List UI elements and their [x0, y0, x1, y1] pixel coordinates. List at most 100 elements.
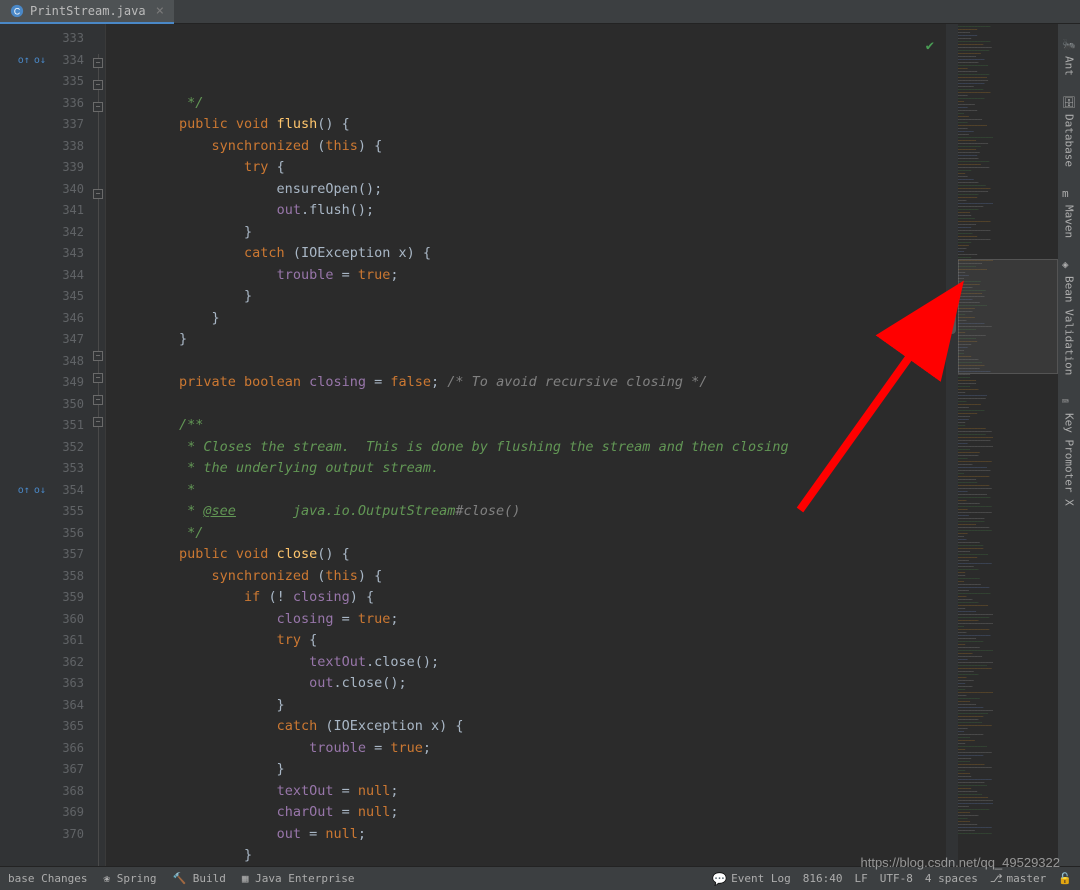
line-number[interactable]: 365	[0, 716, 84, 738]
tool-window-database[interactable]: 🗄Database	[1060, 88, 1078, 175]
fold-marker[interactable]: −	[93, 189, 103, 199]
line-number-gutter[interactable]: 333o↑o↓ 33433533633733833934034134234334…	[0, 24, 92, 866]
status-item-java-enterprise[interactable]: ▦ Java Enterprise	[242, 872, 355, 885]
code-line[interactable]: public void flush() {	[114, 114, 946, 136]
code-line[interactable]: *	[114, 480, 946, 502]
line-number[interactable]: 343	[0, 243, 84, 265]
code-line[interactable]: * @see java.io.OutputStream#close()	[114, 501, 946, 523]
code-line[interactable]: synchronized (this) {	[114, 136, 946, 158]
line-number[interactable]: 367	[0, 759, 84, 781]
code-editor[interactable]: ✔ */ public void flush() { synchronized …	[106, 24, 946, 866]
line-number[interactable]: 360	[0, 609, 84, 631]
line-number[interactable]: 366	[0, 738, 84, 760]
line-number[interactable]: 345	[0, 286, 84, 308]
line-number[interactable]: 341	[0, 200, 84, 222]
line-number[interactable]: 352	[0, 437, 84, 459]
code-line[interactable]: out.flush();	[114, 200, 946, 222]
code-line[interactable]: catch (IOException x) {	[114, 716, 946, 738]
line-number[interactable]: o↑o↓ 334	[0, 50, 84, 72]
cursor-position[interactable]: 816:40	[803, 872, 843, 885]
tool-window-ant[interactable]: 🐜Ant	[1060, 30, 1078, 84]
event-log-button[interactable]: 💬Event Log	[712, 872, 791, 886]
fold-marker[interactable]: −	[93, 417, 103, 427]
line-number[interactable]: 347	[0, 329, 84, 351]
code-line[interactable]: }	[114, 222, 946, 244]
status-item-build[interactable]: 🔨 Build	[172, 872, 225, 885]
line-number[interactable]: 339	[0, 157, 84, 179]
code-line[interactable]: }	[114, 759, 946, 781]
code-line[interactable]: }	[114, 329, 946, 351]
code-line[interactable]: * Closes the stream. This is done by flu…	[114, 437, 946, 459]
line-number[interactable]: 361	[0, 630, 84, 652]
tool-window-key-promoter-x[interactable]: ⌨Key Promoter X	[1060, 387, 1078, 514]
code-line[interactable]: * the underlying output stream.	[114, 458, 946, 480]
fold-marker[interactable]: −	[93, 102, 103, 112]
code-line[interactable]: try {	[114, 630, 946, 652]
tool-window-bean-validation[interactable]: ◈Bean Validation	[1060, 250, 1078, 383]
scrollbar-thumb[interactable]	[948, 304, 956, 334]
close-tab-icon[interactable]: ×	[156, 3, 164, 19]
fold-marker[interactable]: −	[93, 80, 103, 90]
tool-window-maven[interactable]: mMaven	[1060, 179, 1078, 246]
code-line[interactable]: textOut = null;	[114, 781, 946, 803]
line-number[interactable]: 348	[0, 351, 84, 373]
code-line[interactable]: private boolean closing = false; /* To a…	[114, 372, 946, 394]
line-number[interactable]: 349	[0, 372, 84, 394]
line-number[interactable]: 364	[0, 695, 84, 717]
code-line[interactable]: trouble = true;	[114, 738, 946, 760]
code-line[interactable]: /**	[114, 415, 946, 437]
file-encoding[interactable]: UTF-8	[880, 872, 913, 885]
line-number[interactable]: 355	[0, 501, 84, 523]
line-number[interactable]: 336	[0, 93, 84, 115]
git-branch[interactable]: ⎇master	[990, 872, 1046, 885]
code-line[interactable]: try {	[114, 157, 946, 179]
code-minimap[interactable]: ▬▬▬▬▬▬▬▬▬▬▬▬▬▬▬▬▬▬▬▬▬▬▬▬▬▬▬ ▬▬▬▬▬▬▬▬▬▬▬▬…	[958, 24, 1058, 866]
code-line[interactable]: catch (IOException x) {	[114, 243, 946, 265]
code-line[interactable]: out.close();	[114, 673, 946, 695]
line-number[interactable]: 362	[0, 652, 84, 674]
vertical-scrollbar[interactable]	[946, 24, 958, 866]
code-line[interactable]: public void close() {	[114, 544, 946, 566]
line-number[interactable]: 337	[0, 114, 84, 136]
indent-setting[interactable]: 4 spaces	[925, 872, 978, 885]
override-up-icon[interactable]: o↑	[18, 50, 30, 72]
fold-marker[interactable]: −	[93, 373, 103, 383]
code-line[interactable]: }	[114, 845, 946, 866]
code-line[interactable]: closing = true;	[114, 609, 946, 631]
line-number[interactable]: 346	[0, 308, 84, 330]
code-line[interactable]: synchronized (this) {	[114, 566, 946, 588]
line-number[interactable]: o↑o↓ 354	[0, 480, 84, 502]
line-number[interactable]: 340	[0, 179, 84, 201]
fold-marker[interactable]: −	[93, 58, 103, 68]
code-line[interactable]: }	[114, 286, 946, 308]
fold-marker[interactable]: −	[93, 351, 103, 361]
line-number[interactable]: 342	[0, 222, 84, 244]
code-line[interactable]	[114, 394, 946, 416]
line-number[interactable]: 338	[0, 136, 84, 158]
minimap-viewport[interactable]	[958, 259, 1058, 374]
line-number[interactable]: 357	[0, 544, 84, 566]
inspection-ok-icon[interactable]: ✔	[926, 36, 934, 58]
line-number[interactable]: 370	[0, 824, 84, 846]
status-item-spring[interactable]: ❀ Spring	[103, 872, 156, 885]
line-number[interactable]: 358	[0, 566, 84, 588]
code-line[interactable]: */	[114, 523, 946, 545]
line-number[interactable]: 353	[0, 458, 84, 480]
lock-icon[interactable]: 🔓	[1058, 872, 1072, 885]
code-line[interactable]: trouble = true;	[114, 265, 946, 287]
fold-column[interactable]: − − − − − − − −	[92, 24, 106, 866]
code-line[interactable]: out = null;	[114, 824, 946, 846]
code-line[interactable]: ensureOpen();	[114, 179, 946, 201]
code-line[interactable]	[114, 351, 946, 373]
line-number[interactable]: 369	[0, 802, 84, 824]
line-number[interactable]: 335	[0, 71, 84, 93]
code-line[interactable]: }	[114, 695, 946, 717]
status-item-base-changes[interactable]: base Changes	[8, 872, 87, 885]
line-number[interactable]: 350	[0, 394, 84, 416]
line-number[interactable]: 333	[0, 28, 84, 50]
code-line[interactable]: textOut.close();	[114, 652, 946, 674]
code-line[interactable]: if (! closing) {	[114, 587, 946, 609]
fold-marker[interactable]: −	[93, 395, 103, 405]
line-number[interactable]: 344	[0, 265, 84, 287]
code-line[interactable]: charOut = null;	[114, 802, 946, 824]
